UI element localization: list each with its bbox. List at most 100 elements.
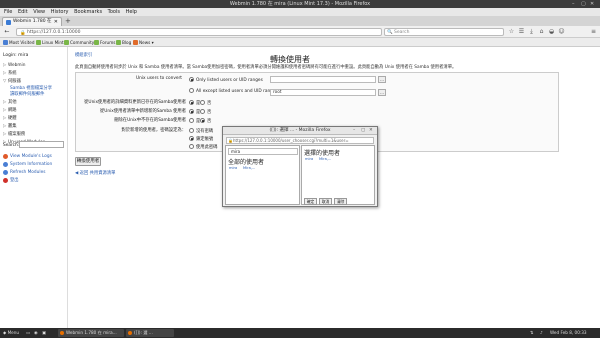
sidebar-item-others[interactable]: ▷ 其他 bbox=[3, 100, 17, 105]
sidebar-item-network[interactable]: ▷ 網路 bbox=[3, 108, 17, 113]
user-filter-input[interactable]: mira bbox=[228, 148, 298, 155]
popup-close-button[interactable]: ✕ bbox=[369, 127, 373, 135]
sidebar-search-input[interactable] bbox=[19, 141, 64, 148]
radio-add-yes[interactable] bbox=[189, 109, 194, 114]
sidebar-subitem-mail[interactable]: 讀取郵件伺服郵件 bbox=[10, 92, 44, 97]
mint-icon bbox=[116, 40, 121, 45]
menu-history[interactable]: History bbox=[51, 8, 69, 16]
popup-ok-button[interactable]: 確定 bbox=[304, 198, 317, 205]
module-index-link[interactable]: 模組索引 bbox=[75, 52, 92, 58]
mint-icon bbox=[94, 40, 99, 45]
download-icon[interactable]: ⤓ bbox=[528, 28, 535, 36]
task-firefox-webmin[interactable]: Webmin 1.780 在 mira... bbox=[58, 329, 124, 337]
selected-users-heading: 選擇的使用者 bbox=[304, 150, 341, 157]
new-tab-button[interactable]: + bbox=[65, 17, 71, 25]
webmin-sidebar: Login: mira ▷ Webmin ▷ 系統 ▽ 伺服器 Samba 視窗檔案分… bbox=[0, 47, 68, 328]
sidebar-item-webmin[interactable]: ▷ Webmin bbox=[3, 63, 25, 68]
radio-no-password[interactable] bbox=[189, 128, 194, 133]
terminal-launcher-icon[interactable]: ▣ bbox=[42, 329, 46, 337]
back-to-shares-link[interactable]: ◀ 返回 共用資源清單 bbox=[75, 170, 115, 176]
mint-icon bbox=[64, 40, 69, 45]
add-new-no[interactable]: 否 bbox=[200, 109, 211, 115]
pw-use-password[interactable]: 使用此密碼 bbox=[189, 144, 217, 150]
tab-webmin[interactable]: Webmin 1.780 在 mira (Li... ✕ bbox=[2, 17, 62, 32]
bookmark-blog[interactable]: Blog bbox=[116, 39, 131, 46]
except-listed-chooser-button[interactable]: ... bbox=[378, 89, 386, 96]
only-listed-chooser-button[interactable]: ... bbox=[378, 76, 386, 83]
popup-clear-button[interactable]: 清除 bbox=[334, 198, 347, 205]
start-menu-button[interactable]: ◆ Menu bbox=[3, 329, 19, 337]
convert-users-button[interactable]: 轉換使用者 bbox=[75, 157, 101, 166]
delete-missing-label: 刪除在Unix中不存在的Samba使用者 bbox=[114, 118, 186, 123]
sidebar-item-system[interactable]: ▷ 系統 bbox=[3, 71, 17, 76]
pocket-icon[interactable]: ◒ bbox=[548, 28, 555, 36]
pw-lock-account[interactable]: 鎖定帳號 bbox=[189, 136, 213, 142]
add-new-yes[interactable]: 是 bbox=[189, 109, 200, 115]
volume-icon[interactable]: ♪ bbox=[540, 329, 543, 337]
radio-update-yes[interactable] bbox=[189, 100, 194, 105]
menu-tools[interactable]: Tools bbox=[108, 8, 120, 16]
menu-help[interactable]: Help bbox=[126, 8, 137, 16]
home-icon[interactable]: ⌂ bbox=[538, 28, 545, 36]
bookmark-community[interactable]: Community bbox=[64, 39, 94, 46]
maximize-button[interactable]: ▢ bbox=[581, 0, 586, 8]
radio-update-no[interactable] bbox=[200, 100, 205, 105]
update-existing-yes[interactable]: 是 bbox=[189, 100, 200, 106]
radio-lock-account[interactable] bbox=[189, 136, 194, 141]
firefox-launcher-icon[interactable]: ◉ bbox=[34, 329, 38, 337]
menu-file[interactable]: File bbox=[4, 8, 12, 16]
radio-use-password[interactable] bbox=[189, 144, 194, 149]
url-bar[interactable]: 🔒 https://127.0.0.1:10000 bbox=[16, 28, 382, 36]
close-button[interactable]: ✕ bbox=[590, 0, 594, 8]
only-listed-field[interactable] bbox=[270, 76, 376, 83]
update-existing-no[interactable]: 否 bbox=[200, 100, 211, 106]
sidebar-item-file-services[interactable]: ▷ 檔案服務 bbox=[3, 132, 25, 137]
chat-icon[interactable]: ☺ bbox=[558, 28, 565, 36]
popup-cancel-button[interactable]: 取消 bbox=[319, 198, 332, 205]
task-firefox-popup[interactable]: (⁠[⁠]⁠): 選 ... bbox=[126, 329, 174, 337]
menu-view[interactable]: View bbox=[33, 8, 45, 16]
bookmark-forums[interactable]: Forums bbox=[94, 39, 115, 46]
back-icon[interactable]: ← bbox=[3, 28, 11, 36]
radio-delete-no[interactable] bbox=[200, 118, 205, 123]
hamburger-menu-icon[interactable]: ≡ bbox=[590, 28, 597, 36]
bookmark-news[interactable]: News ▾ bbox=[133, 39, 154, 46]
search-input[interactable]: 🔍 Search bbox=[384, 28, 504, 36]
logout-link[interactable]: 登出 bbox=[3, 178, 19, 183]
menu-bookmarks[interactable]: Bookmarks bbox=[74, 8, 102, 16]
star-icon[interactable]: ☆ bbox=[508, 28, 515, 36]
network-icon[interactable]: ⇅ bbox=[530, 329, 534, 337]
option-except-listed[interactable]: All except listed users and UID ranges bbox=[189, 88, 278, 94]
minimize-button[interactable]: – bbox=[572, 0, 575, 8]
system-info-link[interactable]: System Information bbox=[3, 162, 52, 167]
bookmark-linux-mint[interactable]: Linux Mint bbox=[36, 39, 64, 46]
bookmark-folder-icon bbox=[3, 40, 8, 45]
sidebar-item-hardware[interactable]: ▷ 硬體 bbox=[3, 116, 17, 121]
reading-list-icon[interactable]: ☰ bbox=[518, 28, 525, 36]
selected-users-row[interactable]: mira Mira,... bbox=[305, 157, 333, 161]
popup-maximize-button[interactable]: ▢ bbox=[361, 127, 365, 135]
popup-url-bar[interactable]: 🔒 https://127.0.0.1:10000/user_chooser.c… bbox=[226, 137, 374, 144]
radio-except-listed[interactable] bbox=[189, 88, 194, 93]
bookmark-most-visited[interactable]: Most Visited ▾ bbox=[3, 39, 38, 46]
view-logs-link[interactable]: View Module's Logs bbox=[3, 154, 52, 159]
radio-delete-yes[interactable] bbox=[189, 118, 194, 123]
radio-only-listed[interactable] bbox=[189, 77, 194, 82]
show-desktop-icon[interactable]: ▭ bbox=[26, 329, 30, 337]
lock-icon: 🔒 bbox=[20, 31, 26, 36]
menu-edit[interactable]: Edit bbox=[18, 8, 28, 16]
popup-minimize-button[interactable]: – bbox=[353, 127, 355, 135]
radio-add-no[interactable] bbox=[200, 109, 205, 114]
sidebar-item-cluster[interactable]: ▷ 叢集 bbox=[3, 124, 17, 129]
delete-missing-yes[interactable]: 是 bbox=[189, 118, 200, 124]
option-only-listed[interactable]: Only listed users or UID ranges bbox=[189, 77, 263, 83]
sidebar-item-servers[interactable]: ▽ 伺服器 bbox=[3, 79, 21, 84]
except-listed-field[interactable]: root bbox=[270, 89, 376, 96]
pw-no-password[interactable]: 沒有密碼 bbox=[189, 128, 213, 134]
sidebar-subitem-samba[interactable]: Samba 視窗檔案分享 bbox=[10, 86, 52, 91]
clock[interactable]: Wed Feb 8, 00:33 bbox=[550, 329, 587, 337]
all-users-row[interactable]: mira Mira,... bbox=[229, 166, 257, 170]
refresh-modules-link[interactable]: Refresh Modules bbox=[3, 170, 45, 175]
delete-missing-no[interactable]: 否 bbox=[200, 118, 211, 124]
tab-close-icon[interactable]: ✕ bbox=[54, 18, 58, 26]
